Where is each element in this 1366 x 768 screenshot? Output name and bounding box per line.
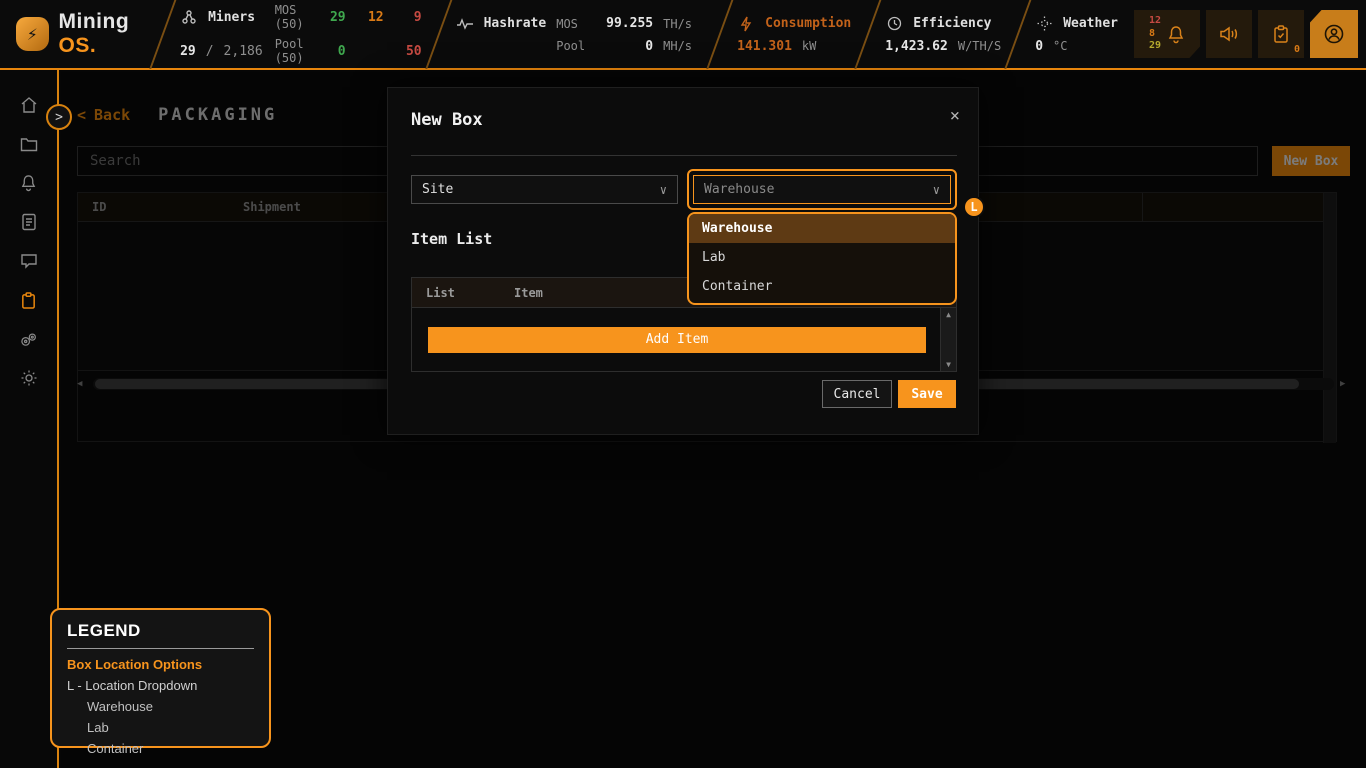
miners-network-icon	[180, 8, 198, 26]
brand-os: OS.	[59, 34, 97, 57]
notif-count-orange: 8	[1149, 28, 1161, 41]
weather-value: 0	[1035, 39, 1043, 54]
mining-os-logo-icon: ⚡	[16, 17, 49, 51]
column-header-list: List	[412, 286, 514, 300]
hashrate-pool-value: 0	[595, 39, 653, 54]
miners-pool-green: 0	[316, 44, 346, 59]
location-select[interactable]: Warehouse ∨	[693, 175, 951, 204]
miners-pool-label: Pool (50)	[275, 37, 304, 65]
hashrate-mos-unit: TH/s	[663, 17, 703, 31]
user-icon	[1323, 23, 1345, 45]
hashrate-mos-value: 99.255	[595, 16, 653, 31]
efficiency-label: Efficiency	[913, 16, 991, 31]
notifications-button[interactable]: 12 8 29	[1134, 10, 1200, 58]
announcements-button[interactable]	[1206, 10, 1252, 58]
weather-sun-icon	[1035, 15, 1053, 33]
sidebar-item-integrations[interactable]	[20, 330, 38, 348]
sidebar-item-reports[interactable]	[20, 213, 38, 231]
efficiency-unit: W/TH/S	[958, 39, 1001, 53]
add-item-button[interactable]: Add Item	[428, 327, 926, 353]
sidebar-item-settings[interactable]	[20, 369, 38, 387]
app-brand: Mining OS.	[59, 10, 163, 58]
tasks-badge: 0	[1294, 44, 1300, 55]
bell-icon	[1167, 25, 1185, 44]
item-list-scrollbar[interactable]: ▲ ▼	[940, 308, 956, 371]
modal-title: New Box	[411, 110, 483, 130]
consumption-label: Consumption	[765, 16, 851, 31]
new-box-modal: New Box × Site ∨ Warehouse ∨ L Warehouse…	[387, 87, 979, 435]
miners-count-separator: /	[206, 44, 214, 59]
miners-mos-red: 9	[396, 10, 422, 25]
miners-pool-red: 50	[396, 44, 422, 59]
efficiency-stat-section: Efficiency 1,423.62 W/TH/S	[869, 0, 1017, 69]
legend-item-container: Container	[87, 741, 254, 756]
hashrate-label: Hashrate	[484, 16, 547, 31]
brand-mining: Mining	[59, 10, 130, 33]
sidebar-item-home[interactable]	[20, 96, 38, 114]
hashrate-stat-section: Hashrate MOS 99.255 TH/s Pool 0 MH/s	[440, 0, 720, 69]
site-select-value: Site	[422, 182, 453, 197]
weather-label: Weather	[1063, 16, 1118, 31]
weather-stat-section: Weather 0 °C	[1019, 0, 1134, 69]
location-option-warehouse[interactable]: Warehouse	[689, 214, 955, 243]
legend-divider	[67, 648, 254, 649]
consumption-value: 141.301	[737, 39, 792, 54]
speaker-icon	[1219, 25, 1239, 43]
item-list-heading: Item List	[411, 230, 492, 248]
consumption-bolt-icon	[737, 15, 755, 33]
location-option-lab[interactable]: Lab	[689, 243, 955, 272]
efficiency-clock-icon	[885, 15, 903, 33]
location-option-container[interactable]: Container	[689, 272, 955, 301]
close-icon[interactable]: ×	[950, 106, 960, 126]
hashrate-pulse-icon	[456, 15, 474, 33]
miners-stat-section: Miners MOS (50) 29 12 9 29 / 2,186 Pool …	[164, 0, 438, 69]
notif-count-red: 12	[1149, 15, 1161, 28]
header-action-buttons: 12 8 29	[1134, 10, 1366, 58]
location-select-value: Warehouse	[704, 182, 774, 197]
cancel-button[interactable]: Cancel	[822, 380, 892, 408]
modal-divider	[411, 155, 957, 156]
column-header-item: Item	[514, 286, 543, 300]
scroll-up-arrow-icon[interactable]: ▲	[946, 310, 951, 319]
location-select-highlight: Warehouse ∨ L	[687, 169, 957, 210]
sidebar-item-files[interactable]	[20, 135, 38, 153]
save-button[interactable]: Save	[898, 380, 956, 408]
hashrate-pool-label: Pool	[556, 39, 585, 53]
chevron-down-icon: ∨	[933, 183, 940, 197]
top-header: ⚡ Mining OS. Miners MOS (50) 29 12 9 29	[0, 0, 1366, 70]
notif-count-yellow: 29	[1149, 40, 1161, 53]
weather-unit: °C	[1053, 39, 1067, 53]
miners-mos-green: 29	[316, 10, 346, 25]
legend-item-lab: Lab	[87, 720, 254, 735]
miners-count: 29	[180, 44, 196, 59]
app-logo: ⚡ Mining OS.	[0, 10, 162, 58]
site-select[interactable]: Site ∨	[411, 175, 678, 204]
miners-label: Miners	[208, 10, 255, 25]
legend-title: LEGEND	[67, 621, 254, 641]
hashrate-mos-label: MOS	[556, 17, 585, 31]
sidebar-expand-button[interactable]: >	[46, 104, 72, 130]
scroll-down-arrow-icon[interactable]: ▼	[946, 360, 951, 369]
tasks-button[interactable]: 0	[1258, 10, 1304, 58]
miners-mos-label: MOS (50)	[275, 3, 304, 31]
location-annotation-badge: L	[963, 196, 985, 218]
sidebar-item-alerts[interactable]	[20, 174, 38, 192]
legend-dropdown-label: L - Location Dropdown	[67, 678, 254, 693]
sidebar-item-messages[interactable]	[20, 252, 38, 270]
efficiency-value: 1,423.62	[885, 39, 948, 54]
consumption-stat-section: Consumption 141.301 kW	[721, 0, 867, 69]
clipboard-check-icon	[1272, 24, 1290, 44]
chevron-down-icon: ∨	[660, 183, 667, 197]
sidebar-item-packaging[interactable]	[20, 291, 38, 309]
account-button[interactable]	[1310, 10, 1358, 58]
legend-item-warehouse: Warehouse	[87, 699, 254, 714]
consumption-unit: kW	[802, 39, 816, 53]
item-list-table-body: Add Item	[412, 308, 940, 371]
legend-subtitle: Box Location Options	[67, 657, 254, 672]
location-dropdown-list: Warehouse Lab Container	[687, 212, 957, 305]
miners-total: 2,186	[224, 44, 263, 59]
hashrate-pool-unit: MH/s	[663, 39, 703, 53]
miners-mos-orange: 12	[358, 10, 384, 25]
legend-panel: LEGEND Box Location Options L - Location…	[50, 608, 271, 748]
